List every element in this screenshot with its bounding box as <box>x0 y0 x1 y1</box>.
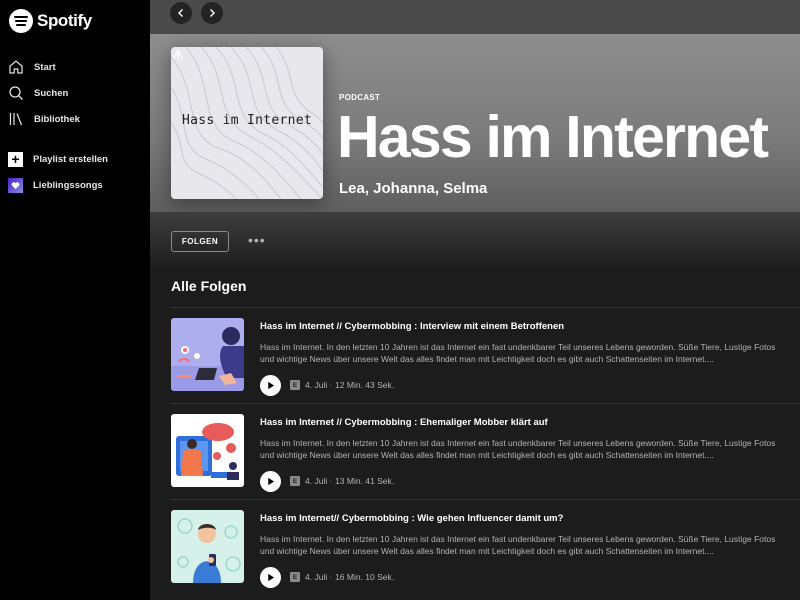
meta-separator: · <box>329 572 333 582</box>
episode-title[interactable]: Hass im Internet // Cybermobbing : Ehema… <box>260 417 548 428</box>
episodes-section: Alle Folgen Hass im Internet // Cybermob… <box>150 270 800 600</box>
episodes-section-title: Alle Folgen <box>171 278 247 294</box>
create-playlist-label: Playlist erstellen <box>33 153 108 165</box>
episode-duration: 12 Min. 43 Sek. <box>335 380 395 390</box>
episode-thumbnail <box>171 318 244 391</box>
forward-button[interactable] <box>201 2 223 24</box>
episode-thumbnail <box>171 414 244 487</box>
podcast-type-label: PODCAST <box>339 93 381 102</box>
episode-description: Hass im Internet. In den letzten 10 Jahr… <box>260 438 776 460</box>
main-content: Hass im Internet PODCAST Hass im Interne… <box>150 0 800 600</box>
meta-separator: · <box>329 380 333 390</box>
follow-button[interactable]: FOLGEN <box>171 231 229 252</box>
spotify-app: Spotify Start Suchen Bibliothek + Playli… <box>0 0 800 600</box>
create-playlist-button[interactable]: + Playlist erstellen <box>0 146 150 172</box>
nav-item-label: Start <box>34 61 56 73</box>
play-button[interactable] <box>260 470 281 492</box>
play-button[interactable] <box>260 374 281 396</box>
episode-thumbnail <box>171 510 244 583</box>
episode-date: 4. Juli <box>305 476 328 486</box>
nav-item-label: Bibliothek <box>34 113 80 125</box>
episode-duration: 16 Min. 10 Sek. <box>335 572 395 582</box>
episode-title[interactable]: Hass im Internet// Cybermobbing : Wie ge… <box>260 513 563 524</box>
spotify-logo-text: Spotify <box>37 11 92 30</box>
chevron-right-icon <box>210 9 215 17</box>
episode-duration: 13 Min. 41 Sek. <box>335 476 395 486</box>
podcast-title: Hass im Internet <box>337 104 769 170</box>
episode-meta: E 4. Juli · 16 Min. 10 Sek. <box>260 566 394 588</box>
meta-separator: · <box>329 476 333 486</box>
home-icon <box>9 60 23 74</box>
episode-row[interactable]: Hass im Internet // Cybermobbing : Inter… <box>150 308 800 403</box>
top-bar <box>150 0 800 34</box>
play-icon <box>268 573 275 581</box>
episode-date: 4. Juli <box>305 380 328 390</box>
episode-meta: E 4. Juli · 12 Min. 43 Sek. <box>260 374 394 396</box>
episode-meta: E 4. Juli · 13 Min. 41 Sek. <box>260 470 394 492</box>
library-section: + Playlist erstellen Lieblingssongs <box>0 146 150 198</box>
play-icon <box>268 477 275 485</box>
nav-item-label: Suchen <box>34 87 69 99</box>
liked-songs-label: Lieblingssongs <box>33 179 103 191</box>
episode-row[interactable]: Hass im Internet // Cybermobbing : Ehema… <box>150 404 800 499</box>
nav-item-library[interactable]: Bibliothek <box>0 106 150 132</box>
podcast-authors[interactable]: Lea, Johanna, Selma <box>339 180 487 197</box>
nav-item-search[interactable]: Suchen <box>0 80 150 106</box>
podcast-header: Hass im Internet PODCAST Hass im Interne… <box>150 34 800 212</box>
episode-date: 4. Juli <box>305 572 328 582</box>
back-button[interactable] <box>170 2 192 24</box>
more-options-button[interactable]: ••• <box>248 233 266 247</box>
episode-title[interactable]: Hass im Internet // Cybermobbing : Inter… <box>260 321 564 332</box>
episode-row[interactable]: Hass im Internet// Cybermobbing : Wie ge… <box>150 500 800 595</box>
library-icon <box>9 113 23 126</box>
sidebar: Spotify Start Suchen Bibliothek + Playli… <box>0 0 150 600</box>
liked-songs-link[interactable]: Lieblingssongs <box>0 172 150 198</box>
cover-title: Hass im Internet <box>181 113 313 128</box>
spotify-logo-icon <box>9 9 33 33</box>
search-icon <box>9 86 23 100</box>
anchor-podcast-icon <box>173 49 183 60</box>
explicit-badge: E <box>290 380 300 390</box>
nav-item-start[interactable]: Start <box>0 54 150 80</box>
plus-icon: + <box>8 151 23 167</box>
explicit-badge: E <box>290 572 300 582</box>
episode-description: Hass im Internet. In den letzten 10 Jahr… <box>260 342 776 364</box>
main-nav: Start Suchen Bibliothek <box>0 54 150 132</box>
action-bar: FOLGEN ••• <box>150 212 800 270</box>
chevron-left-icon <box>178 9 183 17</box>
play-icon <box>268 381 275 389</box>
episode-description: Hass im Internet. In den letzten 10 Jahr… <box>260 534 776 556</box>
explicit-badge: E <box>290 476 300 486</box>
spotify-logo[interactable]: Spotify <box>9 9 92 33</box>
podcast-cover: Hass im Internet <box>171 47 323 199</box>
play-button[interactable] <box>260 566 281 588</box>
heart-icon <box>8 177 23 193</box>
